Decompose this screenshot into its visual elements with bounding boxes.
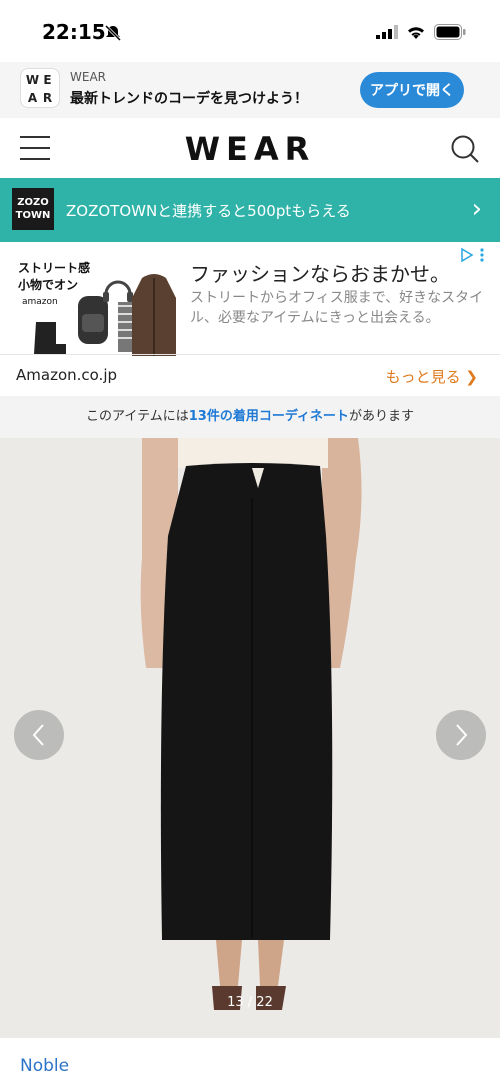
battery-icon	[434, 24, 466, 40]
item-photo-carousel[interactable]: 13 / 22	[0, 438, 500, 1038]
ad-more-link[interactable]: もっと見る ❯	[386, 366, 478, 387]
ad-domain: Amazon.co.jp	[16, 366, 118, 384]
ad-banner[interactable]: ストリート感 小物でオン amazon ファッションならおまかせ。 ストリートか…	[0, 242, 500, 397]
adchoices-icon[interactable]	[456, 246, 486, 264]
coordinate-count-notice: このアイテムには13件の着用コーディネートがあります	[0, 396, 500, 438]
signal-icon	[376, 25, 398, 39]
status-time: 22:15	[42, 20, 106, 44]
app-install-banner: W E A R WEAR 最新トレンドのコーデを見つけよう！ アプリで開く	[0, 62, 500, 118]
carousel-prev-button[interactable]	[14, 710, 64, 760]
carousel-counter: 13 / 22	[227, 995, 273, 1010]
coordinate-count-link[interactable]: 13件の着用コーディネート	[189, 409, 349, 424]
app-tagline: 最新トレンドのコーデを見つけよう！	[70, 91, 308, 107]
ad-headline: ファッションならおまかせ。	[190, 262, 450, 286]
status-bar: 22:15	[0, 0, 500, 62]
bell-muted-icon	[104, 24, 122, 42]
zozotown-link-banner[interactable]: ZOZO TOWN ZOZOTOWNと連携すると500ptもらえる ›	[0, 178, 500, 242]
item-brand-link[interactable]: Noble	[20, 1056, 69, 1076]
carousel-next-button[interactable]	[436, 710, 486, 760]
chevron-right-icon: ›	[471, 194, 482, 224]
chevron-right-icon	[456, 724, 468, 746]
chevron-left-icon	[32, 724, 44, 746]
wifi-icon	[408, 27, 424, 39]
wear-app-logo: W E A R	[20, 68, 60, 108]
site-header: WEAR	[0, 118, 500, 179]
site-logo[interactable]: WEAR	[0, 130, 500, 168]
ad-body-text: ストリートからオフィス服まで、好きなスタイル、必要なアイテムにきっと出会える。	[190, 290, 484, 326]
item-photo	[0, 438, 500, 1038]
zozotown-logo: ZOZO TOWN	[12, 188, 54, 230]
open-in-app-button[interactable]: アプリで開く	[360, 72, 464, 108]
app-name: WEAR	[70, 70, 106, 84]
zozotown-promo-text: ZOZOTOWNと連携すると500ptもらえる	[66, 202, 351, 220]
search-icon[interactable]	[450, 134, 480, 164]
ad-badge-text: ストリート感 小物でオン	[18, 261, 91, 292]
ad-divider	[0, 354, 500, 355]
amazon-logo: amazon	[22, 297, 58, 307]
